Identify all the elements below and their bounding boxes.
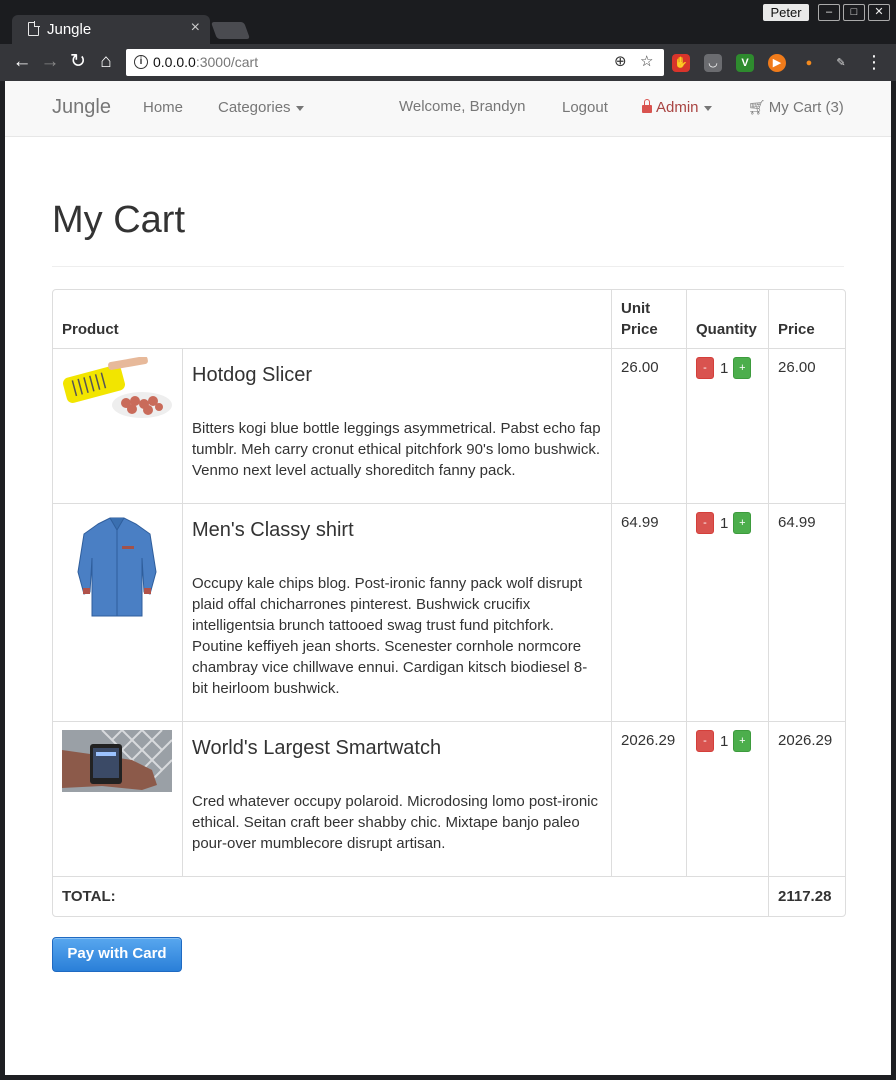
forward-arrow-icon[interactable]: →: [38, 50, 62, 74]
cart-table: Product Unit Price Quantity Price Hotdog…: [52, 289, 847, 917]
product-image-cell: [53, 349, 182, 504]
site-navbar: Jungle Home Categories Welcome, Brandyn …: [5, 81, 891, 137]
maximize-button[interactable]: □: [843, 4, 865, 21]
caret-down-icon: [295, 105, 304, 111]
unit-price-cell: 2026.29: [611, 722, 687, 877]
nav-cart-link[interactable]: 🛒︎ My Cart (3): [748, 99, 844, 116]
egg-extension-icon[interactable]: ●: [800, 54, 818, 72]
dropper-extension-icon[interactable]: ✎: [832, 54, 850, 72]
product-info-cell: Hotdog Slicer Bitters kogi blue bottle l…: [182, 349, 612, 504]
page-icon: [28, 21, 40, 36]
adblock-extension-icon[interactable]: ✋: [672, 54, 690, 72]
cart-icon: 🛒︎: [748, 99, 766, 115]
new-tab-button[interactable]: [210, 22, 251, 39]
header-unit-price: Unit Price: [611, 290, 687, 349]
back-arrow-icon[interactable]: ←: [10, 50, 34, 74]
menu-kebab-icon[interactable]: ⋮: [862, 50, 886, 74]
increase-quantity-button[interactable]: +: [733, 357, 752, 380]
product-description: Occupy kale chips blog. Post-ironic fann…: [192, 575, 588, 697]
home-icon[interactable]: ⌂: [94, 50, 118, 74]
decrease-quantity-button[interactable]: -: [696, 730, 715, 753]
quantity-cell: -1 +: [686, 349, 769, 504]
brand-link[interactable]: Jungle: [52, 96, 111, 119]
browser-toolbar: ← → ↻ ⌂ i 0.0.0.0:3000/cart ⊕ ☆ ✋ ◡ V ▶ …: [0, 44, 896, 81]
nav-home-link[interactable]: Home: [143, 99, 183, 116]
price-cell: 64.99: [768, 504, 846, 722]
decrease-quantity-button[interactable]: -: [696, 357, 715, 380]
address-bar[interactable]: i 0.0.0.0:3000/cart ⊕ ☆: [126, 49, 664, 76]
price-cell: 26.00: [768, 349, 846, 504]
browser-tab[interactable]: Jungle ×: [12, 15, 210, 44]
nav-logout-link[interactable]: Logout: [562, 99, 608, 116]
bookmark-star-icon[interactable]: ☆: [640, 52, 653, 70]
product-image-cell: [53, 722, 182, 877]
tab-strip: Jungle × Peter – □ ✕: [0, 0, 896, 44]
table-header-row: Product Unit Price Quantity Price: [53, 290, 846, 349]
nav-admin-dropdown[interactable]: Admin: [642, 99, 712, 116]
web-page: Jungle Home Categories Welcome, Brandyn …: [5, 81, 891, 1075]
product-name[interactable]: Men's Classy shirt: [192, 517, 602, 543]
product-image-cell: [53, 504, 182, 722]
header-price: Price: [768, 290, 846, 349]
product-info-cell: Men's Classy shirt Occupy kale chips blo…: [182, 504, 612, 722]
vimium-extension-icon[interactable]: V: [736, 54, 754, 72]
pay-with-card-button[interactable]: Pay with Card: [52, 937, 182, 972]
table-row: Hotdog Slicer Bitters kogi blue bottle l…: [53, 349, 846, 504]
play-extension-icon[interactable]: ▶: [768, 54, 786, 72]
reload-icon[interactable]: ↻: [66, 50, 90, 74]
nav-categories-dropdown[interactable]: Categories: [218, 99, 304, 116]
quantity-cell: -1 +: [686, 722, 769, 877]
unit-price-cell: 26.00: [611, 349, 687, 504]
header-product: Product: [53, 290, 612, 349]
quantity-value: 1: [720, 359, 729, 377]
increase-quantity-button[interactable]: +: [733, 512, 752, 535]
close-window-button[interactable]: ✕: [868, 4, 890, 21]
tab-title: Jungle: [47, 21, 92, 38]
title-divider: [52, 266, 844, 267]
product-info-cell: World's Largest Smartwatch Cred whatever…: [182, 722, 612, 877]
welcome-text: Welcome, Brandyn: [399, 98, 526, 115]
smartwatch-image: [62, 730, 172, 792]
zoom-icon[interactable]: ⊕: [614, 52, 627, 70]
unit-price-cell: 64.99: [611, 504, 687, 722]
hotdog-slicer-image: [62, 357, 172, 419]
quantity-value: 1: [720, 514, 729, 532]
product-name[interactable]: Hotdog Slicer: [192, 362, 602, 388]
total-label: TOTAL:: [62, 888, 116, 905]
tab-close-icon[interactable]: ×: [191, 19, 200, 37]
browser-window: Jungle × Peter – □ ✕ ← → ↻ ⌂ i 0.0.0.0:3…: [0, 0, 896, 1080]
header-quantity: Quantity: [686, 290, 769, 349]
quantity-value: 1: [720, 732, 729, 750]
classy-shirt-image: [62, 512, 172, 622]
mask-extension-icon[interactable]: ◡: [704, 54, 722, 72]
lock-icon: [642, 99, 652, 113]
total-row: TOTAL: 2117.28: [53, 877, 845, 916]
product-description: Bitters kogi blue bottle leggings asymme…: [192, 420, 601, 479]
price-cell: 2026.29: [768, 722, 846, 877]
page-title: My Cart: [52, 199, 185, 241]
table-row: Men's Classy shirt Occupy kale chips blo…: [53, 504, 846, 722]
info-icon[interactable]: i: [134, 55, 148, 69]
minimize-button[interactable]: –: [818, 4, 840, 21]
total-value: 2117.28: [768, 877, 845, 916]
profile-button[interactable]: Peter: [763, 4, 809, 21]
product-name[interactable]: World's Largest Smartwatch: [192, 735, 602, 761]
increase-quantity-button[interactable]: +: [733, 730, 752, 753]
url-text: 0.0.0.0:3000/cart: [153, 54, 259, 70]
quantity-cell: -1 +: [686, 504, 769, 722]
caret-down-icon: [703, 105, 712, 111]
decrease-quantity-button[interactable]: -: [696, 512, 715, 535]
product-description: Cred whatever occupy polaroid. Microdosi…: [192, 793, 599, 852]
table-row: World's Largest Smartwatch Cred whatever…: [53, 722, 846, 877]
